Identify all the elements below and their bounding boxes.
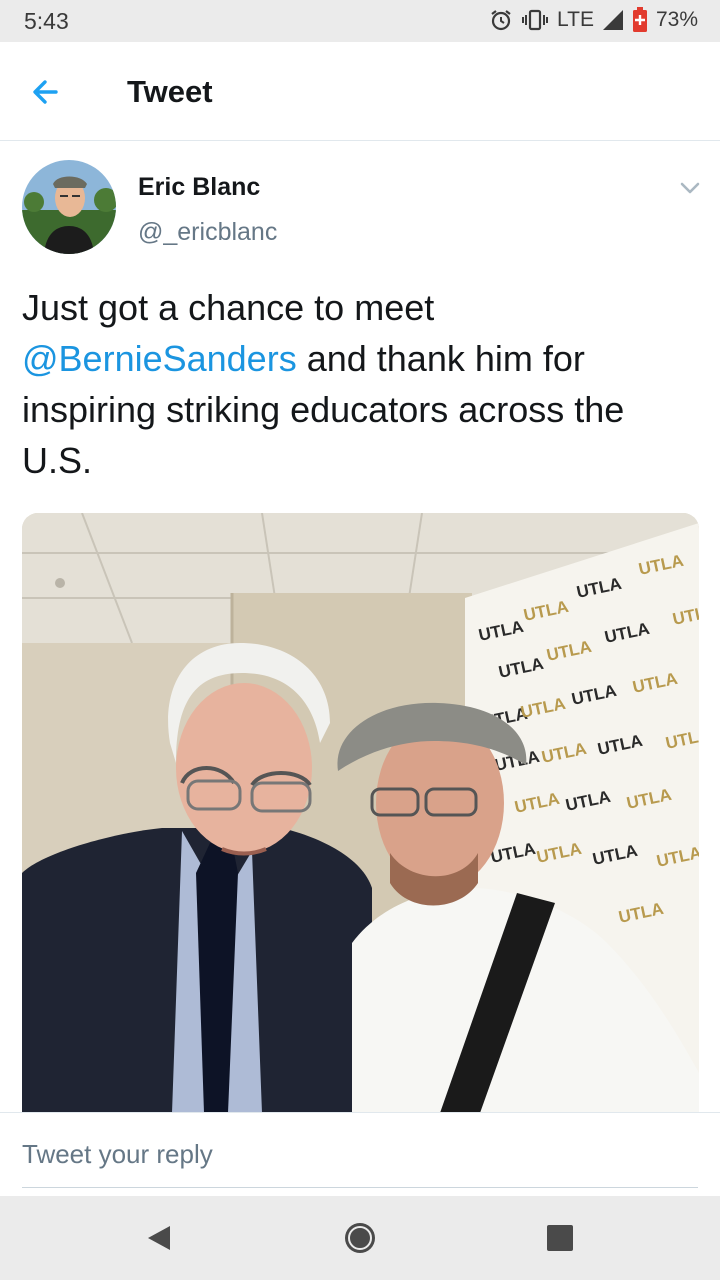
battery-icon <box>632 7 648 33</box>
tweet-text-start: Just got a chance to meet <box>22 287 435 328</box>
reply-bar: Tweet your reply <box>0 1112 720 1197</box>
alarm-icon <box>489 8 513 32</box>
tweet-photo[interactable]: UTLA UTLA UTLA UTLA UTLA UTLA UTLA UTLA … <box>22 513 699 1113</box>
reply-input[interactable]: Tweet your reply <box>22 1139 698 1188</box>
arrow-left-icon <box>26 80 66 116</box>
author-handle[interactable]: @_ericblanc <box>138 218 277 247</box>
recents-square-icon <box>540 1225 580 1262</box>
nav-recents-button[interactable] <box>540 1218 580 1258</box>
chevron-down-icon <box>676 182 704 204</box>
signal-icon <box>602 9 624 31</box>
mention-link[interactable]: @BernieSanders <box>22 338 297 379</box>
status-time: 5:43 <box>24 8 69 34</box>
battery-level: 73% <box>655 8 698 31</box>
nav-home-button[interactable] <box>340 1218 380 1258</box>
back-button[interactable] <box>26 72 70 112</box>
system-nav-bar <box>0 1196 720 1280</box>
tweet-options-button[interactable] <box>676 176 704 200</box>
vibrate-icon <box>521 8 549 32</box>
app-header: Tweet <box>0 42 720 141</box>
status-bar: 5:43 LTE 73% <box>0 0 720 42</box>
avatar[interactable] <box>22 160 116 254</box>
status-icons: LTE 73% <box>489 7 698 33</box>
back-triangle-icon <box>140 1226 180 1262</box>
tweet-text: Just got a chance to meet @BernieSanders… <box>22 282 702 486</box>
nav-back-button[interactable] <box>140 1218 180 1258</box>
home-circle-icon <box>340 1223 380 1262</box>
author-name[interactable]: Eric Blanc <box>138 173 260 202</box>
page-title: Tweet <box>127 74 213 109</box>
network-type: LTE <box>557 8 594 31</box>
